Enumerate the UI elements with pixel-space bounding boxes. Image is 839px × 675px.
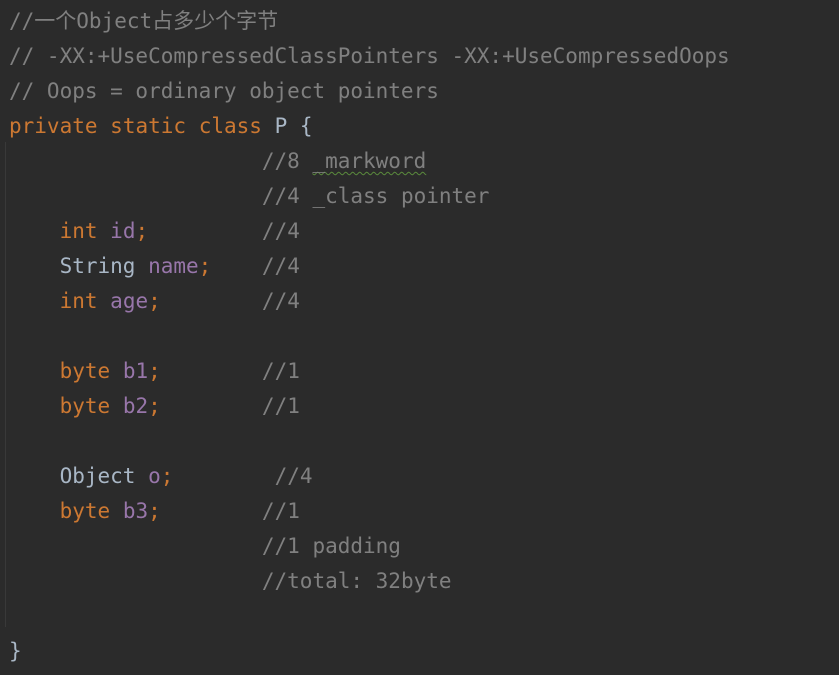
- field-comment: //1: [261, 394, 300, 418]
- field-comment: //4: [261, 219, 300, 243]
- field-type: byte: [59, 359, 111, 383]
- field-type: byte: [59, 499, 111, 523]
- class-pointer-text: //4 _class pointer: [261, 184, 490, 208]
- markword-prefix: //8: [261, 149, 313, 173]
- comment-padding: //1 padding: [9, 529, 401, 564]
- field-line: String name; //4: [9, 249, 300, 284]
- field-line: Object o; //4: [9, 459, 313, 494]
- field-line: byte b3; //1: [9, 494, 300, 529]
- comment-oops: // Oops = ordinary object pointers: [9, 79, 439, 103]
- close-brace: }: [9, 639, 22, 663]
- field-name: b3: [122, 499, 149, 523]
- field-line: byte b1; //1: [9, 354, 300, 389]
- field-comment: //4: [261, 289, 300, 313]
- class-name: P: [274, 114, 288, 138]
- semicolon: ;: [148, 499, 161, 523]
- total-text: //total: 32byte: [261, 569, 452, 593]
- field-line: byte b2; //1: [9, 389, 300, 424]
- field-comment: //1: [261, 359, 300, 383]
- field-comment: //4: [274, 464, 313, 488]
- comment-total: //total: 32byte: [9, 564, 452, 599]
- semicolon: ;: [135, 219, 149, 243]
- semicolon: ;: [160, 464, 174, 488]
- field-name: id: [110, 219, 136, 243]
- field-type: byte: [59, 394, 111, 418]
- comment-title: //一个Object占多少个字节: [9, 9, 279, 33]
- indent-guide: [5, 142, 6, 627]
- field-name: o: [148, 464, 161, 488]
- field-line: int id; //4: [9, 214, 300, 249]
- field-name: b1: [122, 359, 149, 383]
- semicolon: ;: [148, 359, 161, 383]
- semicolon: ;: [148, 289, 161, 313]
- field-line: int age; //4: [9, 284, 300, 319]
- open-brace: {: [299, 114, 313, 138]
- comment-markword: //8 _markword: [9, 144, 426, 179]
- comment-class-pointer: //4 _class pointer: [9, 179, 490, 214]
- padding-text: //1 padding: [261, 534, 401, 558]
- code-editor[interactable]: //一个Object占多少个字节 // -XX:+UseCompressedCl…: [0, 0, 839, 675]
- field-type: String: [59, 254, 136, 278]
- class-declaration: private static class P {: [9, 109, 313, 144]
- field-type: int: [59, 289, 98, 313]
- semicolon: ;: [148, 394, 161, 418]
- comment-jvm-flags: // -XX:+UseCompressedClassPointers -XX:+…: [9, 44, 730, 68]
- field-type: int: [59, 219, 98, 243]
- semicolon: ;: [198, 254, 212, 278]
- keyword-class: class: [198, 114, 262, 138]
- keyword-private: private: [9, 114, 98, 138]
- field-type: Object: [59, 464, 136, 488]
- field-name: name: [148, 254, 199, 278]
- field-comment: //1: [261, 499, 300, 523]
- markword-word: _markword: [312, 149, 427, 173]
- field-name: b2: [122, 394, 149, 418]
- field-name: age: [110, 289, 149, 313]
- keyword-static: static: [110, 114, 187, 138]
- field-comment: //4: [261, 254, 300, 278]
